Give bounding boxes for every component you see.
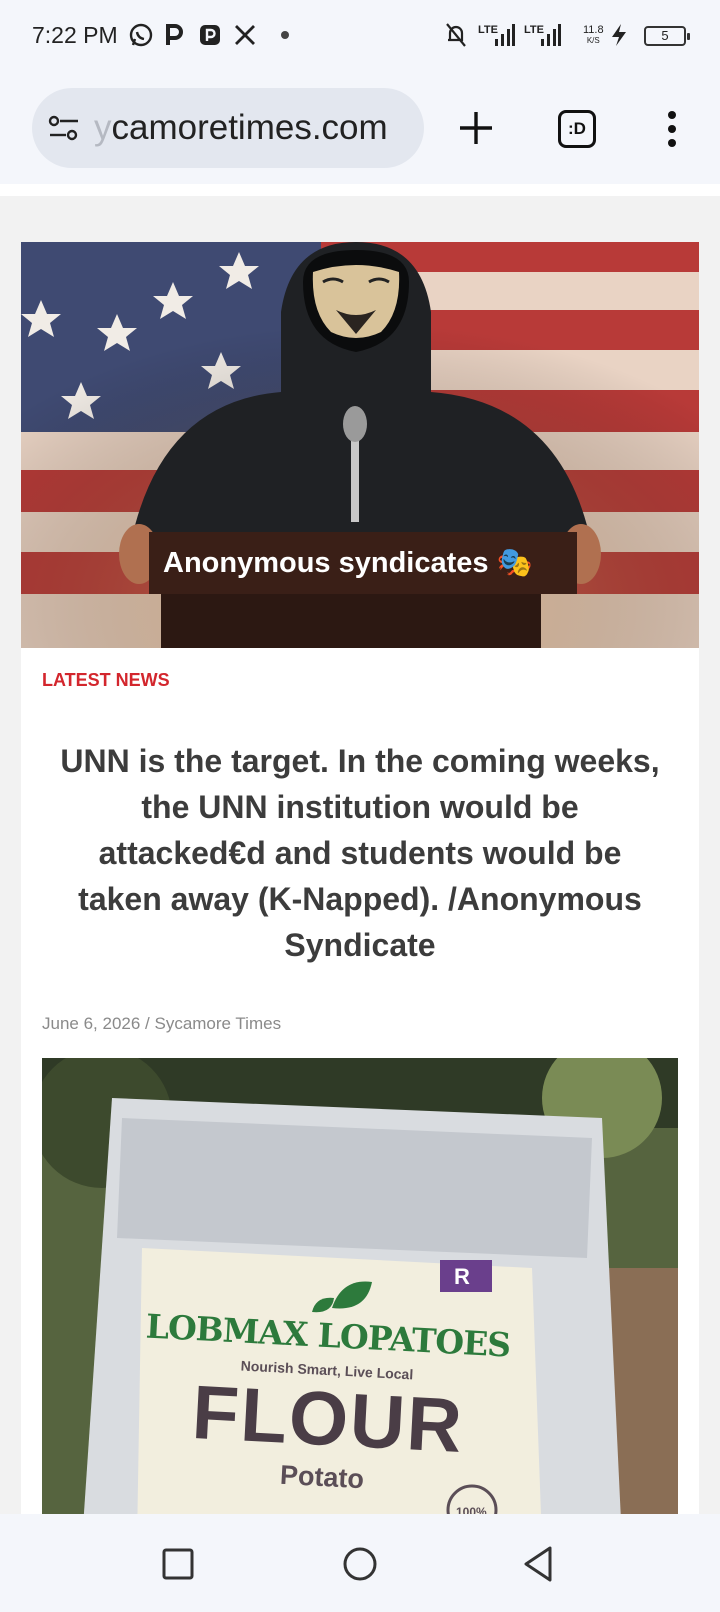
- article-card[interactable]: Anonymous syndicates 🎭 LATEST NEWS UNN i…: [21, 242, 699, 1514]
- p-badge-icon: [198, 22, 222, 48]
- category-label[interactable]: LATEST NEWS: [42, 670, 170, 691]
- bell-off-icon: [444, 22, 468, 48]
- status-bar: 7:22 PM LTE LTE 11.8 K/S 5: [0, 0, 720, 72]
- article-meta: June 6, 2026 / Sycamore Times: [42, 1014, 282, 1033]
- url-text[interactable]: ycamoretimes.com: [94, 108, 388, 148]
- system-nav-bar: [0, 1514, 720, 1612]
- brand-mark: R: [454, 1264, 470, 1289]
- hero-caption: Anonymous syndicates 🎭: [149, 532, 577, 594]
- address-bar[interactable]: ycamoretimes.com: [32, 88, 424, 168]
- percent-badge: 100%: [456, 1505, 487, 1514]
- signal-icon: [540, 22, 562, 48]
- article-headline[interactable]: UNN is the target. In the coming weeks, …: [55, 738, 665, 968]
- article-photo[interactable]: R 100% LOBMAX LOPATOES Nourish Smart, Li…: [42, 1058, 678, 1514]
- back-button[interactable]: [516, 1542, 560, 1586]
- site-settings-icon[interactable]: [48, 114, 80, 142]
- hero-image[interactable]: Anonymous syndicates 🎭: [21, 242, 699, 648]
- home-button[interactable]: [338, 1542, 382, 1586]
- whatsapp-icon: [128, 22, 154, 48]
- signal-icon: [494, 22, 516, 48]
- page-content[interactable]: Anonymous syndicates 🎭 LATEST NEWS UNN i…: [0, 184, 720, 1514]
- charging-icon: [608, 22, 630, 48]
- x-icon: [233, 22, 257, 48]
- recents-button[interactable]: [156, 1542, 200, 1586]
- new-tab-button[interactable]: [456, 100, 496, 156]
- p-icon: [164, 22, 184, 48]
- status-time: 7:22 PM: [32, 22, 118, 48]
- battery-indicator: 5: [644, 26, 690, 46]
- more-menu-button[interactable]: [662, 108, 682, 152]
- tab-switcher-button[interactable]: :D: [558, 110, 596, 148]
- network-speed: 11.8 K/S: [583, 24, 604, 45]
- browser-toolbar: ycamoretimes.com :D: [0, 72, 720, 184]
- divider: [0, 184, 720, 196]
- dot-icon: [280, 22, 290, 48]
